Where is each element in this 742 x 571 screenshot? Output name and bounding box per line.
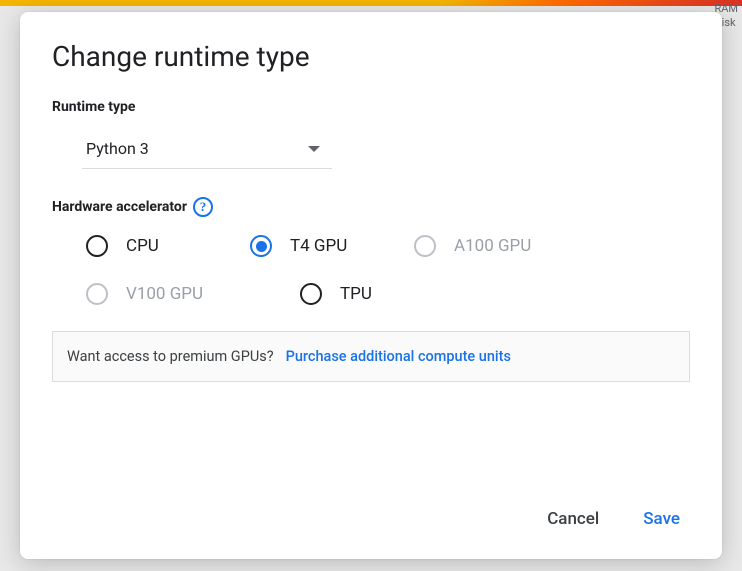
radio-icon <box>250 235 272 257</box>
help-icon[interactable]: ? <box>193 197 213 217</box>
radio-a100-gpu: A100 GPU <box>414 235 554 257</box>
radio-label: V100 GPU <box>126 284 203 304</box>
dialog-footer: Cancel Save <box>20 485 722 559</box>
promo-text: Want access to premium GPUs? <box>67 348 274 365</box>
radio-icon <box>300 283 322 305</box>
radio-icon <box>86 283 108 305</box>
radio-label: A100 GPU <box>454 236 531 256</box>
chevron-down-icon <box>308 146 320 152</box>
colab-top-accent-bar <box>0 0 742 6</box>
hardware-row-2: V100 GPU TPU <box>86 283 690 305</box>
premium-gpu-promo: Want access to premium GPUs? Purchase ad… <box>52 331 690 382</box>
change-runtime-dialog: Change runtime type Runtime type Python … <box>20 12 722 559</box>
purchase-compute-units-link[interactable]: Purchase additional compute units <box>286 348 511 365</box>
radio-label: TPU <box>340 284 372 304</box>
cancel-button[interactable]: Cancel <box>539 503 607 535</box>
radio-icon <box>414 235 436 257</box>
dialog-title: Change runtime type <box>52 40 690 73</box>
dialog-body: Change runtime type Runtime type Python … <box>20 12 722 485</box>
radio-v100-gpu: V100 GPU <box>86 283 226 305</box>
radio-cpu[interactable]: CPU <box>86 235 226 257</box>
runtime-type-label: Runtime type <box>52 99 690 115</box>
runtime-type-value: Python 3 <box>82 139 149 158</box>
radio-label: T4 GPU <box>290 236 347 256</box>
radio-t4-gpu[interactable]: T4 GPU <box>250 235 390 257</box>
hardware-row-1: CPU T4 GPU A100 GPU <box>86 235 690 257</box>
radio-tpu[interactable]: TPU <box>300 283 440 305</box>
save-button[interactable]: Save <box>635 503 688 535</box>
radio-icon <box>86 235 108 257</box>
hardware-accelerator-label: Hardware accelerator <box>52 199 187 215</box>
runtime-type-select[interactable]: Python 3 <box>82 127 332 169</box>
hardware-accelerator-options: CPU T4 GPU A100 GPU V100 GPU T <box>86 235 690 305</box>
hardware-accelerator-label-row: Hardware accelerator ? <box>52 197 690 217</box>
radio-label: CPU <box>126 236 159 256</box>
